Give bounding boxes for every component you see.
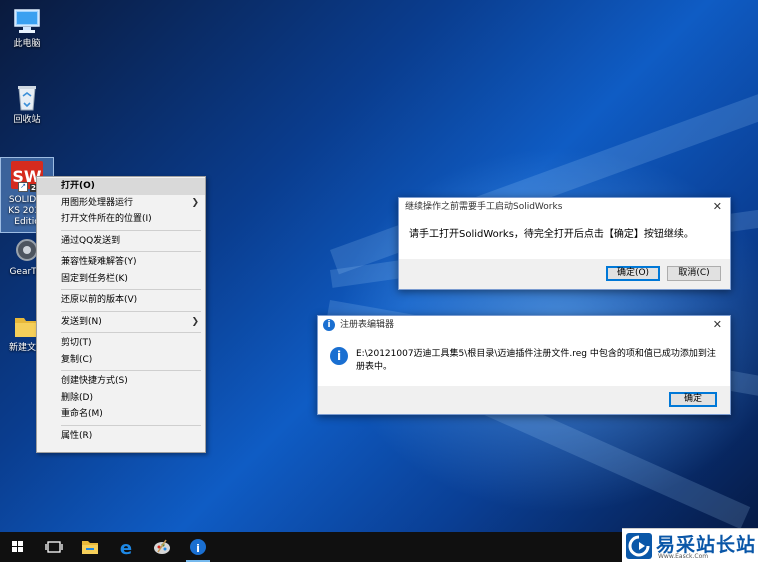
menu-item-open-file-location[interactable]: 打开文件所在的位置(I) <box>37 211 205 228</box>
menu-item-label: 复制(C) <box>61 354 93 365</box>
task-view-icon[interactable] <box>36 532 72 562</box>
menu-item-label: 发送到(N) <box>61 316 102 327</box>
menu-item-label: 属性(R) <box>61 430 93 441</box>
shortcut-arrow-icon: ↗ <box>18 182 28 192</box>
svg-text:i: i <box>196 542 200 555</box>
dialog-title: 继续操作之前需要手工启动SolidWorks <box>405 202 563 212</box>
edge-icon[interactable]: e <box>108 532 144 562</box>
menu-item-properties[interactable]: 属性(R) <box>37 428 205 445</box>
menu-separator <box>61 332 201 333</box>
desktop-icon-label: 回收站 <box>13 115 41 125</box>
menu-separator <box>61 310 201 312</box>
menu-item-label: 剪切(T) <box>61 338 92 348</box>
menu-separator <box>61 424 201 426</box>
solidworks-prompt-dialog: 继续操作之前需要手工启动SolidWorks ✕ 请手工打开SolidWorks… <box>398 197 731 290</box>
chevron-right-icon: ❯ <box>191 197 199 208</box>
watermark-subtext: Www.Easck.Com <box>658 553 709 560</box>
menu-item-copy[interactable]: 复制(C) <box>37 352 205 369</box>
paint-icon[interactable] <box>144 532 180 562</box>
recycle-bin-icon <box>12 82 42 112</box>
dialog-footer: 确定 <box>318 386 730 414</box>
menu-separator <box>61 229 201 231</box>
menu-item-label: 用图形处理器运行 <box>61 197 134 208</box>
menu-separator <box>61 370 201 371</box>
menu-item-cut[interactable]: 剪切(T) <box>37 335 205 352</box>
watermark-logo-icon <box>626 533 652 559</box>
dialog-message: 请手工打开SolidWorks，待完全打开后点击【确定】按钮继续。 <box>409 229 694 240</box>
menu-item-label: 删除(D) <box>61 392 93 403</box>
file-explorer-icon[interactable] <box>72 532 108 562</box>
desktop-icon-this-pc[interactable]: 此电脑 <box>0 8 54 50</box>
menu-item-pin-to-taskbar[interactable]: 固定到任务栏(K) <box>37 271 205 288</box>
desktop: 此电脑 回收站 SW 201 ↗ SOLIDW KS 2016 Editio <box>0 0 758 532</box>
menu-item-rename[interactable]: 重命名(M) <box>37 406 205 423</box>
menu-item-open[interactable]: 打开(O) <box>37 178 205 195</box>
menu-item-create-shortcut[interactable]: 创建快捷方式(S) <box>37 373 205 390</box>
registry-editor-dialog: i 注册表编辑器 ✕ i E:\20121007迈迪工具集5\根目录\迈迪插件注… <box>317 315 731 415</box>
svg-text:e: e <box>120 538 132 559</box>
windows-start-icon[interactable] <box>0 532 36 562</box>
ok-button[interactable]: 确定 <box>669 392 717 407</box>
dialog-title: 注册表编辑器 <box>340 320 395 330</box>
menu-item-troubleshoot-compatibility[interactable]: 兼容性疑难解答(Y) <box>37 254 205 271</box>
menu-item-label: 固定到任务栏(K) <box>61 273 128 284</box>
menu-separator <box>61 251 201 252</box>
menu-separator <box>61 289 201 290</box>
dialog-message: E:\20121007迈迪工具集5\根目录\迈迪插件注册文件.reg 中包含的项… <box>356 349 716 372</box>
desktop-icon-label: 此电脑 <box>13 39 41 49</box>
menu-item-label: 通过QQ发送到 <box>61 235 121 246</box>
menu-item-label: 重命名(M) <box>61 409 103 419</box>
menu-item-label: 还原以前的版本(V) <box>61 295 138 305</box>
info-icon: i <box>330 347 348 365</box>
menu-item-send-to[interactable]: 发送到(N) ❯ <box>37 314 205 331</box>
chevron-right-icon: ❯ <box>191 316 199 327</box>
menu-item-label: 打开(O) <box>61 181 95 191</box>
context-menu: 打开(O) 用图形处理器运行 ❯ 打开文件所在的位置(I) 通过QQ发送到 兼容性… <box>36 176 206 453</box>
menu-item-send-via-qq[interactable]: 通过QQ发送到 <box>37 233 205 250</box>
menu-item-delete[interactable]: 删除(D) <box>37 390 205 407</box>
info-icon[interactable]: i <box>180 532 216 562</box>
site-watermark: 易采站长站 Www.Easck.Com <box>622 528 758 563</box>
cancel-button[interactable]: 取消(C) <box>667 266 721 281</box>
info-icon: i <box>323 319 335 331</box>
menu-item-label: 打开文件所在的位置(I) <box>61 214 152 224</box>
menu-item-label: 创建快捷方式(S) <box>61 376 128 386</box>
computer-icon <box>12 8 42 36</box>
close-icon[interactable]: ✕ <box>713 198 722 216</box>
menu-item-label: 兼容性疑难解答(Y) <box>61 257 137 267</box>
dialog-title-bar[interactable]: 继续操作之前需要手工启动SolidWorks ✕ <box>399 198 730 216</box>
close-icon[interactable]: ✕ <box>713 316 722 334</box>
ok-button[interactable]: 确定(O) <box>606 266 660 281</box>
dialog-title-bar[interactable]: i 注册表编辑器 ✕ <box>318 316 730 334</box>
menu-item-run-with-gpu[interactable]: 用图形处理器运行 ❯ <box>37 195 205 212</box>
desktop-icon-recycle-bin[interactable]: 回收站 <box>0 82 54 126</box>
menu-item-restore-previous-versions[interactable]: 还原以前的版本(V) <box>37 292 205 309</box>
dialog-footer: 确定(O) 取消(C) <box>399 259 730 289</box>
